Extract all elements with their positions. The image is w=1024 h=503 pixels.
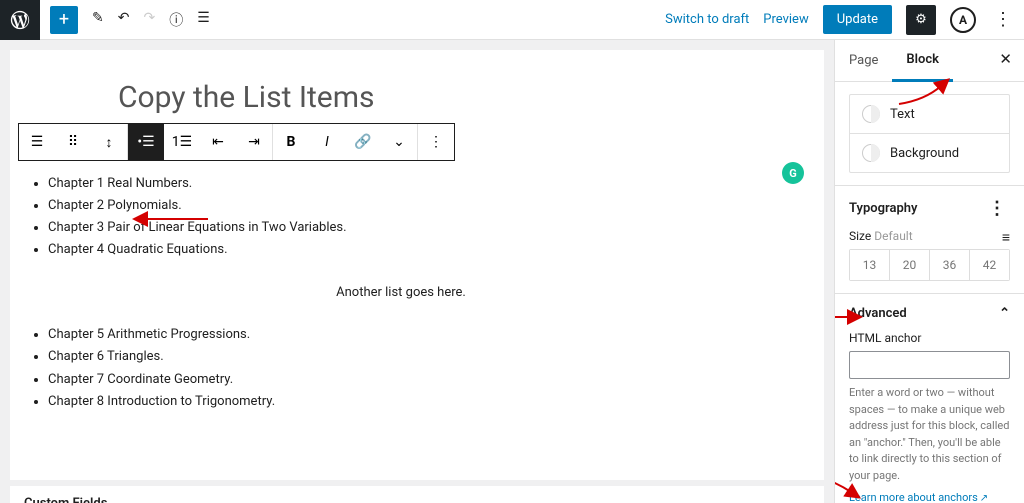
sliders-icon[interactable]: ≡ <box>1002 229 1010 246</box>
outdent-icon[interactable]: ⇤ <box>200 124 236 160</box>
settings-sidebar: Page Block ✕ Text Background Typography <box>834 40 1024 503</box>
switch-draft-link[interactable]: Switch to draft <box>665 12 749 27</box>
block-options-icon[interactable]: ⋮ <box>418 124 454 160</box>
drag-handle-icon[interactable]: ⠿ <box>55 124 91 160</box>
info-icon[interactable]: ⓘ <box>169 10 183 30</box>
editor-canvas-wrap: Copy the List Items ☰ ⠿ ↕ •☰ 1☰ ⇤ ⇥ B I … <box>0 40 834 503</box>
tab-block[interactable]: Block <box>892 40 953 82</box>
typography-options-icon[interactable]: ⋮ <box>984 198 1010 219</box>
move-icon[interactable]: ↕ <box>91 124 127 160</box>
page-title[interactable]: Copy the List Items <box>10 50 824 115</box>
learn-anchors-link[interactable]: Learn more about anchors <box>849 491 988 503</box>
bullet-list-icon[interactable]: •☰ <box>128 124 164 160</box>
size-btn[interactable]: 36 <box>930 250 970 280</box>
list-item[interactable]: Chapter 4 Quadratic Equations. <box>48 239 774 261</box>
advanced-heading[interactable]: Advanced <box>849 306 907 321</box>
list-item[interactable]: Chapter 3 Pair of Linear Equations in Tw… <box>48 217 774 239</box>
settings-icon[interactable]: ⚙ <box>906 5 936 35</box>
preview-link[interactable]: Preview <box>763 12 808 27</box>
list-item[interactable]: Chapter 7 Coordinate Geometry. <box>48 369 774 391</box>
list-block-icon[interactable]: ☰ <box>19 124 55 160</box>
italic-button[interactable]: I <box>309 124 345 160</box>
color-swatch-icon <box>862 105 880 123</box>
font-size-buttons: 13 20 36 42 <box>849 249 1010 281</box>
block-toolbar: ☰ ⠿ ↕ •☰ 1☰ ⇤ ⇥ B I 🔗 ⌄ ⋮ <box>18 123 455 161</box>
tab-page[interactable]: Page <box>835 40 892 81</box>
size-btn[interactable]: 42 <box>970 250 1009 280</box>
list-item[interactable]: Chapter 8 Introduction to Trigonometry. <box>48 391 774 413</box>
add-block-button[interactable]: + <box>50 6 78 34</box>
text-color-control[interactable]: Text <box>850 95 1009 134</box>
list-item[interactable]: Chapter 5 Arithmetic Progressions. <box>48 324 774 346</box>
size-btn[interactable]: 20 <box>890 250 930 280</box>
list-block-2[interactable]: Chapter 5 Arithmetic Progressions. Chapt… <box>48 324 774 412</box>
top-toolbar: + ✎ ↶ ↷ ⓘ ☰ Switch to draft Preview Upda… <box>0 0 1024 40</box>
paragraph-block[interactable]: Another list goes here. <box>28 285 774 300</box>
grammarly-icon[interactable]: G <box>782 162 804 184</box>
edit-icon[interactable]: ✎ <box>92 10 104 30</box>
more-menu-icon[interactable]: ⋮ <box>990 9 1016 30</box>
link-icon[interactable]: 🔗 <box>345 124 381 160</box>
color-swatch-icon <box>862 144 880 162</box>
html-anchor-input[interactable] <box>849 351 1010 379</box>
wordpress-logo[interactable] <box>0 0 40 40</box>
more-format-icon[interactable]: ⌄ <box>381 124 417 160</box>
anchor-help-text: Enter a word or two — without spaces — t… <box>849 385 1010 484</box>
custom-fields-panel[interactable]: Custom Fields <box>10 486 824 503</box>
size-btn[interactable]: 13 <box>850 250 890 280</box>
anchor-label: HTML anchor <box>849 331 1010 345</box>
indent-icon[interactable]: ⇥ <box>236 124 272 160</box>
close-icon[interactable]: ✕ <box>987 40 1024 81</box>
numbered-list-icon[interactable]: 1☰ <box>164 124 200 160</box>
plugin-icon[interactable]: A <box>950 7 976 33</box>
typography-heading: Typography <box>849 201 918 216</box>
outline-icon[interactable]: ☰ <box>197 10 210 30</box>
undo-icon[interactable]: ↶ <box>118 10 130 30</box>
update-button[interactable]: Update <box>823 5 892 34</box>
redo-icon[interactable]: ↷ <box>143 10 155 30</box>
list-item[interactable]: Chapter 1 Real Numbers. <box>48 173 774 195</box>
list-block-1[interactable]: Chapter 1 Real Numbers. Chapter 2 Polyno… <box>48 173 774 261</box>
background-color-control[interactable]: Background <box>850 134 1009 172</box>
list-item[interactable]: Chapter 2 Polynomials. <box>48 195 774 217</box>
list-item[interactable]: Chapter 6 Triangles. <box>48 346 774 368</box>
chevron-up-icon[interactable]: ⌃ <box>999 306 1010 321</box>
bold-button[interactable]: B <box>273 124 309 160</box>
